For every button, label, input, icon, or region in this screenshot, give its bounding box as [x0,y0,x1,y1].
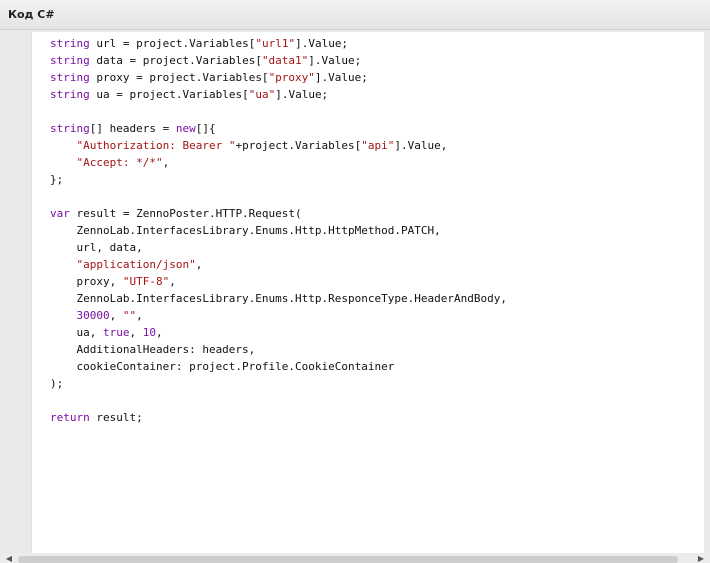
code-token: string [50,37,90,50]
code-token: "proxy" [268,71,315,84]
code-line: string ua = project.Variables["ua"].Valu… [50,86,507,103]
code-token: []{ [195,122,216,135]
code-token: "data1" [261,54,309,67]
code-line: "Authorization: Bearer "+project.Variabl… [50,137,507,154]
code-line: AdditionalHeaders: headers, [50,341,507,358]
code-token: ].Value; [308,54,362,67]
code-line: ZennoLab.InterfacesLibrary.Enums.Http.Ht… [50,222,507,239]
code-line: string data = project.Variables["data1"]… [50,52,507,69]
code-line: return result; [50,409,507,426]
code-token: "url1" [255,37,296,50]
code-editor[interactable]: string url = project.Variables["url1"].V… [31,32,704,553]
code-token: ].Value; [314,71,368,84]
code-token: , [169,275,176,288]
code-token: +project.Variables[ [235,139,362,152]
code-content[interactable]: string url = project.Variables["url1"].V… [50,35,507,426]
code-line: ua, true, 10, [50,324,507,341]
code-token: "application/json" [76,258,196,271]
code-token: , [129,326,143,339]
panel-header: Код C# [0,0,710,30]
code-token: ua = project.Variables[ [89,88,249,101]
code-token: , [162,156,170,169]
code-token: [] headers = [89,122,176,135]
code-token: string [50,88,90,101]
code-token: AdditionalHeaders: headers, [50,343,256,356]
code-token: ZennoLab.InterfacesLibrary.Enums.Http.Ht… [50,224,441,237]
code-token: ].Value, [394,139,448,152]
code-token: , [136,309,143,322]
code-token: var [50,207,70,220]
code-token: ZennoLab.InterfacesLibrary.Enums.Http.Re… [50,292,507,305]
code-line: }; [50,171,507,188]
code-line: var result = ZennoPoster.HTTP.Request( [50,205,507,222]
code-token: string [50,54,90,67]
code-token: proxy, [50,275,123,288]
code-token: string [50,71,90,84]
chevron-left-icon[interactable]: ◀ [4,554,14,563]
code-token: cookieContainer: project.Profile.CookieC… [50,360,395,373]
code-token: 10 [142,326,156,339]
code-token: ); [50,377,64,390]
code-token: ].Value; [295,37,349,50]
code-token: return [50,411,90,424]
code-token: , [109,309,123,322]
panel-title: Код C# [8,8,55,21]
code-token: , [155,326,163,339]
code-token: true [102,326,130,339]
code-line: "Accept: */*", [50,154,507,171]
code-token: "" [122,309,137,322]
code-token: url, data, [50,241,143,254]
code-token: "Authorization: Bearer " [76,139,236,152]
code-line: ); [50,375,507,392]
code-line: url, data, [50,239,507,256]
code-token: , [195,258,203,271]
code-line: string[] headers = new[]{ [50,120,507,137]
code-token: result = ZennoPoster.HTTP.Request( [69,207,302,220]
code-token: "api" [361,139,395,152]
code-token: result; [89,411,143,424]
code-token: "Accept: */*" [76,156,163,169]
code-line: 30000, "", [50,307,507,324]
code-token: "ua" [248,88,276,101]
code-line: "application/json", [50,256,507,273]
code-line: cookieContainer: project.Profile.CookieC… [50,358,507,375]
code-token: data = project.Variables[ [89,54,262,67]
code-token: string [50,122,90,135]
code-line: string proxy = project.Variables["proxy"… [50,69,507,86]
code-token: ua, [50,326,103,339]
code-token: 30000 [76,309,110,322]
code-line: string url = project.Variables["url1"].V… [50,35,507,52]
code-token: ].Value; [275,88,329,101]
code-line: ZennoLab.InterfacesLibrary.Enums.Http.Re… [50,290,507,307]
code-line: proxy, "UTF-8", [50,273,507,290]
code-token: "UTF-8" [122,275,170,288]
code-panel: Код C# string url = project.Variables["u… [0,0,710,563]
code-token: url = project.Variables[ [89,37,256,50]
code-token: }; [50,173,64,186]
code-token: new [175,122,196,135]
chevron-right-icon[interactable]: ▶ [696,554,706,563]
code-token: proxy = project.Variables[ [89,71,269,84]
scrollbar-thumb[interactable] [18,556,678,563]
